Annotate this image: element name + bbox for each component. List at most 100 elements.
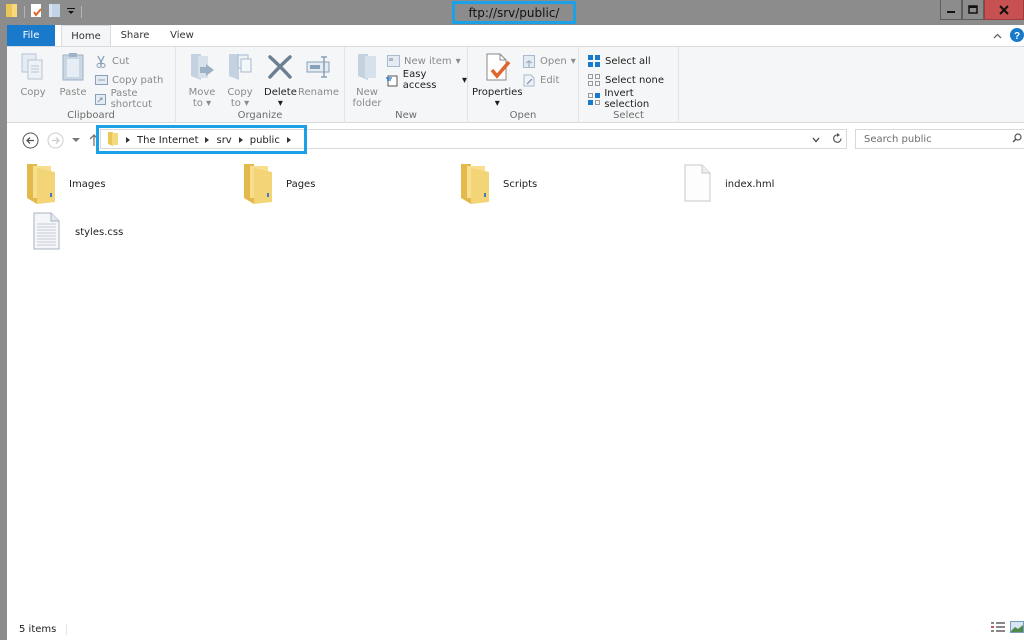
paste-shortcut-label: Paste shortcut: [110, 88, 153, 110]
paste-label: Paste: [59, 87, 87, 98]
list-item-file[interactable]: index.hml: [681, 162, 774, 206]
delete-icon: [264, 51, 296, 83]
easy-access-button[interactable]: Easy access ▾: [386, 69, 467, 91]
select-all-icon: [587, 54, 601, 68]
delete-dropdown-icon[interactable]: ▾: [278, 98, 283, 109]
cut-button[interactable]: Cut: [94, 53, 129, 69]
list-item-folder[interactable]: Images: [23, 162, 106, 206]
move-to-label: Move: [188, 87, 216, 98]
move-to-label-2: to ▾: [192, 98, 212, 109]
item-count: 5 items: [19, 623, 68, 635]
file-list: Images Pages Scripts index.hml styles.cs…: [7, 156, 1024, 616]
details-view-button[interactable]: [991, 621, 1005, 636]
move-to-button[interactable]: Move to ▾: [186, 51, 218, 109]
delete-button[interactable]: Delete ▾: [264, 51, 297, 109]
copy-path-button[interactable]: Copy path: [94, 72, 163, 88]
copy-to-label-2: to ▾: [230, 98, 250, 109]
select-none-label: Select none: [605, 74, 664, 86]
forward-arrow-icon: [47, 132, 63, 148]
open-button[interactable]: Open ▾: [522, 53, 576, 69]
breadcrumb-item-public[interactable]: public: [250, 135, 280, 146]
breadcrumb-item-srv[interactable]: srv: [216, 135, 231, 146]
organize-group-label: Organize: [237, 110, 283, 121]
paste-shortcut-button[interactable]: Paste shortcut: [94, 88, 175, 110]
new-group-label: New: [395, 110, 417, 121]
forward-button[interactable]: [46, 131, 64, 149]
new-folder-button[interactable]: New folder: [351, 51, 383, 109]
tab-home[interactable]: Home: [61, 25, 111, 47]
copy-to-icon: [224, 51, 256, 83]
group-organize: Move to ▾ Copy to ▾ Delete ▾ Rename Orga…: [176, 47, 345, 123]
select-all-button[interactable]: Select all: [587, 53, 651, 69]
folder-icon: [240, 162, 274, 207]
edit-button[interactable]: Edit: [522, 72, 559, 88]
tab-share[interactable]: Share: [115, 25, 155, 46]
view-toggle-group: [991, 621, 1024, 636]
group-open: Properties ▾ Open ▾ Edit Open: [468, 47, 579, 123]
back-button[interactable]: [21, 131, 39, 149]
copy-label: Copy: [20, 87, 46, 98]
copy-to-button[interactable]: Copy to ▾: [224, 51, 256, 109]
customize-qat-icon[interactable]: [67, 7, 75, 18]
chevron-down-icon: [72, 138, 80, 142]
easy-access-icon: [386, 73, 399, 87]
details-view-icon: [991, 622, 1005, 632]
paste-shortcut-icon: [94, 92, 107, 106]
search-box[interactable]: Search public: [855, 129, 1024, 149]
properties-icon: [481, 51, 513, 83]
move-to-label-2-text: to: [192, 98, 203, 109]
maximize-button[interactable]: [962, 0, 984, 20]
tab-share-label: Share: [120, 30, 150, 41]
select-none-button[interactable]: Select none: [587, 72, 664, 88]
close-icon: [999, 4, 1009, 15]
list-item-text-file[interactable]: styles.css: [31, 210, 123, 254]
new-folder-label: New: [356, 87, 378, 98]
copy-button[interactable]: Copy: [17, 51, 49, 98]
easy-access-label: Easy access: [402, 69, 437, 91]
tab-view[interactable]: View: [163, 25, 201, 46]
new-item-button[interactable]: New item ▾: [386, 53, 461, 69]
large-icons-view-button[interactable]: [1010, 621, 1024, 636]
copy-to-label-2-text: to: [230, 98, 241, 109]
new-folder-icon[interactable]: [49, 3, 61, 21]
recent-locations-button[interactable]: [67, 131, 85, 149]
list-item-folder[interactable]: Pages: [240, 162, 315, 206]
collapse-ribbon-icon[interactable]: [993, 31, 1002, 42]
paste-button[interactable]: Paste: [57, 51, 89, 98]
item-name: Pages: [286, 178, 316, 190]
minimize-button[interactable]: [940, 0, 962, 20]
tab-file[interactable]: File: [7, 25, 55, 46]
invert-selection-button[interactable]: Invert selection: [587, 88, 678, 110]
breadcrumb-item-the-internet[interactable]: The Internet: [137, 135, 198, 146]
move-to-icon: [186, 51, 218, 83]
copy-icon: [17, 51, 49, 83]
item-name: index.hml: [725, 178, 775, 190]
rename-button[interactable]: Rename: [298, 51, 339, 98]
back-arrow-icon: [22, 132, 38, 148]
chevron-down-icon: [812, 137, 820, 142]
address-history-dropdown[interactable]: [812, 135, 820, 146]
help-icon[interactable]: ?: [1010, 28, 1024, 45]
file-explorer-window: ftp://srv/public/ File Home Share View ?: [0, 0, 1024, 640]
easy-access-dropdown-icon: ▾: [461, 74, 467, 86]
copy-path-label: Copy path: [112, 74, 164, 86]
ribbon-tab-bar: File Home Share View ?: [7, 25, 1024, 47]
folder-icon: [6, 3, 18, 21]
select-group-label: Select: [613, 110, 644, 121]
svg-text:?: ?: [1014, 31, 1020, 42]
close-button[interactable]: [984, 0, 1024, 20]
refresh-icon: [833, 133, 842, 143]
search-icon[interactable]: [1012, 132, 1022, 146]
open-icon: [522, 54, 536, 68]
properties-label: Properties: [472, 87, 523, 98]
properties-icon[interactable]: [31, 3, 43, 21]
properties-dropdown-icon[interactable]: ▾: [495, 98, 500, 109]
properties-button[interactable]: Properties ▾: [472, 51, 523, 109]
minimize-icon: [947, 10, 955, 13]
refresh-button[interactable]: [832, 133, 843, 147]
list-item-folder[interactable]: Scripts: [457, 162, 537, 206]
breadcrumb-separator[interactable]: [286, 137, 291, 143]
breadcrumb-separator[interactable]: [238, 137, 243, 143]
breadcrumb-separator[interactable]: [126, 137, 130, 143]
breadcrumb-separator[interactable]: [205, 137, 210, 143]
